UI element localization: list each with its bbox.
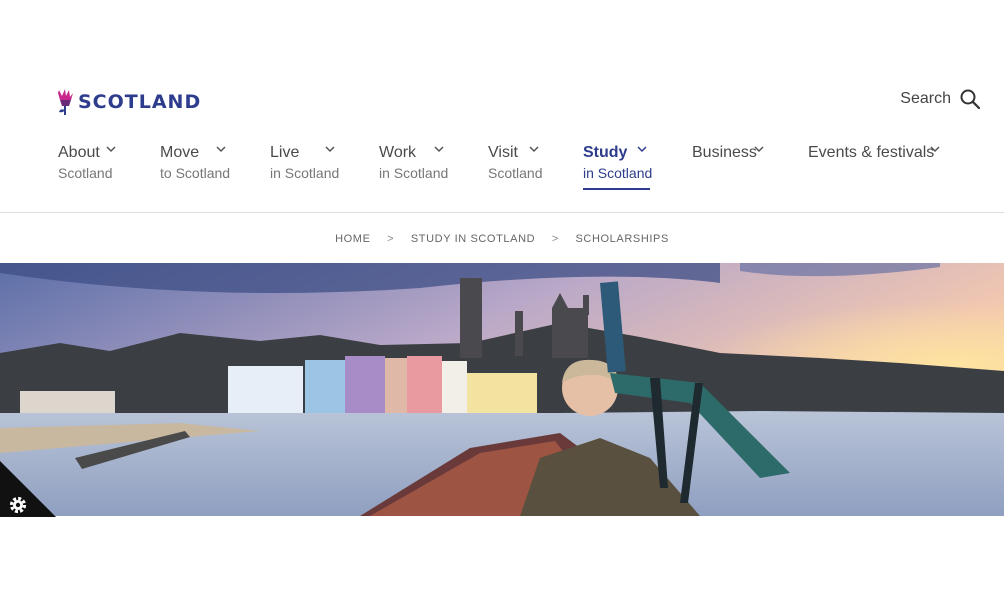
nav-item-study[interactable]: Study in Scotland (583, 142, 653, 190)
logo-text: SCOTLAND (78, 91, 202, 113)
chevron-down-icon (434, 146, 444, 153)
chevron-down-icon (637, 146, 647, 153)
search-button[interactable]: Search (900, 89, 980, 109)
cookie-corner (0, 461, 56, 517)
breadcrumb-separator: > (551, 233, 559, 245)
nav-item-sublabel: in Scotland (379, 165, 449, 181)
site-header: SCOTLAND Search About Scotland Move to S… (0, 0, 1004, 212)
site-logo[interactable]: SCOTLAND (57, 88, 201, 116)
breadcrumb-separator: > (387, 233, 395, 245)
search-label: Search (900, 90, 951, 107)
nav-item-move[interactable]: Move to Scotland (160, 142, 230, 182)
breadcrumb-current: SCHOLARSHIPS (575, 233, 669, 245)
nav-item-visit[interactable]: Visit Scotland (488, 142, 542, 182)
nav-item-sublabel: to Scotland (160, 165, 231, 181)
chevron-down-icon (216, 146, 226, 153)
breadcrumb-home-link[interactable]: HOME (335, 233, 370, 245)
nav-item-sublabel: in Scotland (270, 165, 340, 181)
hero-image (0, 263, 1004, 516)
breadcrumb: HOME > STUDY IN SCOTLAND > SCHOLARSHIPS (0, 233, 1004, 245)
search-icon (960, 89, 980, 109)
chevron-down-icon (106, 146, 116, 153)
header-divider (0, 212, 1004, 213)
nav-item-live[interactable]: Live in Scotland (270, 142, 339, 182)
main-nav: About Scotland Move to Scotland Live in … (0, 142, 1004, 194)
thistle-icon (58, 89, 73, 115)
nav-item-work[interactable]: Work in Scotland (379, 142, 448, 182)
active-nav-indicator (583, 188, 650, 190)
chevron-down-icon (930, 146, 940, 153)
breadcrumb-study-link[interactable]: STUDY IN SCOTLAND (411, 233, 535, 245)
chevron-down-icon (325, 146, 335, 153)
chevron-down-icon (529, 146, 539, 153)
chevron-down-icon (754, 146, 764, 153)
nav-item-events[interactable]: Events & festivals (808, 142, 940, 164)
nav-item-sublabel: Scotland (58, 165, 113, 181)
nav-item-about[interactable]: About Scotland (58, 142, 116, 182)
nav-item-sublabel: Scotland (488, 165, 543, 181)
nav-item-sublabel: in Scotland (583, 165, 653, 181)
nav-item-label: Business (692, 144, 757, 161)
cookie-settings-button[interactable] (0, 461, 56, 517)
nav-item-business[interactable]: Business (692, 142, 764, 164)
nav-item-label: Events & festivals (808, 144, 935, 161)
nav-item-label: About (58, 144, 100, 161)
hero-photo (0, 263, 1004, 516)
